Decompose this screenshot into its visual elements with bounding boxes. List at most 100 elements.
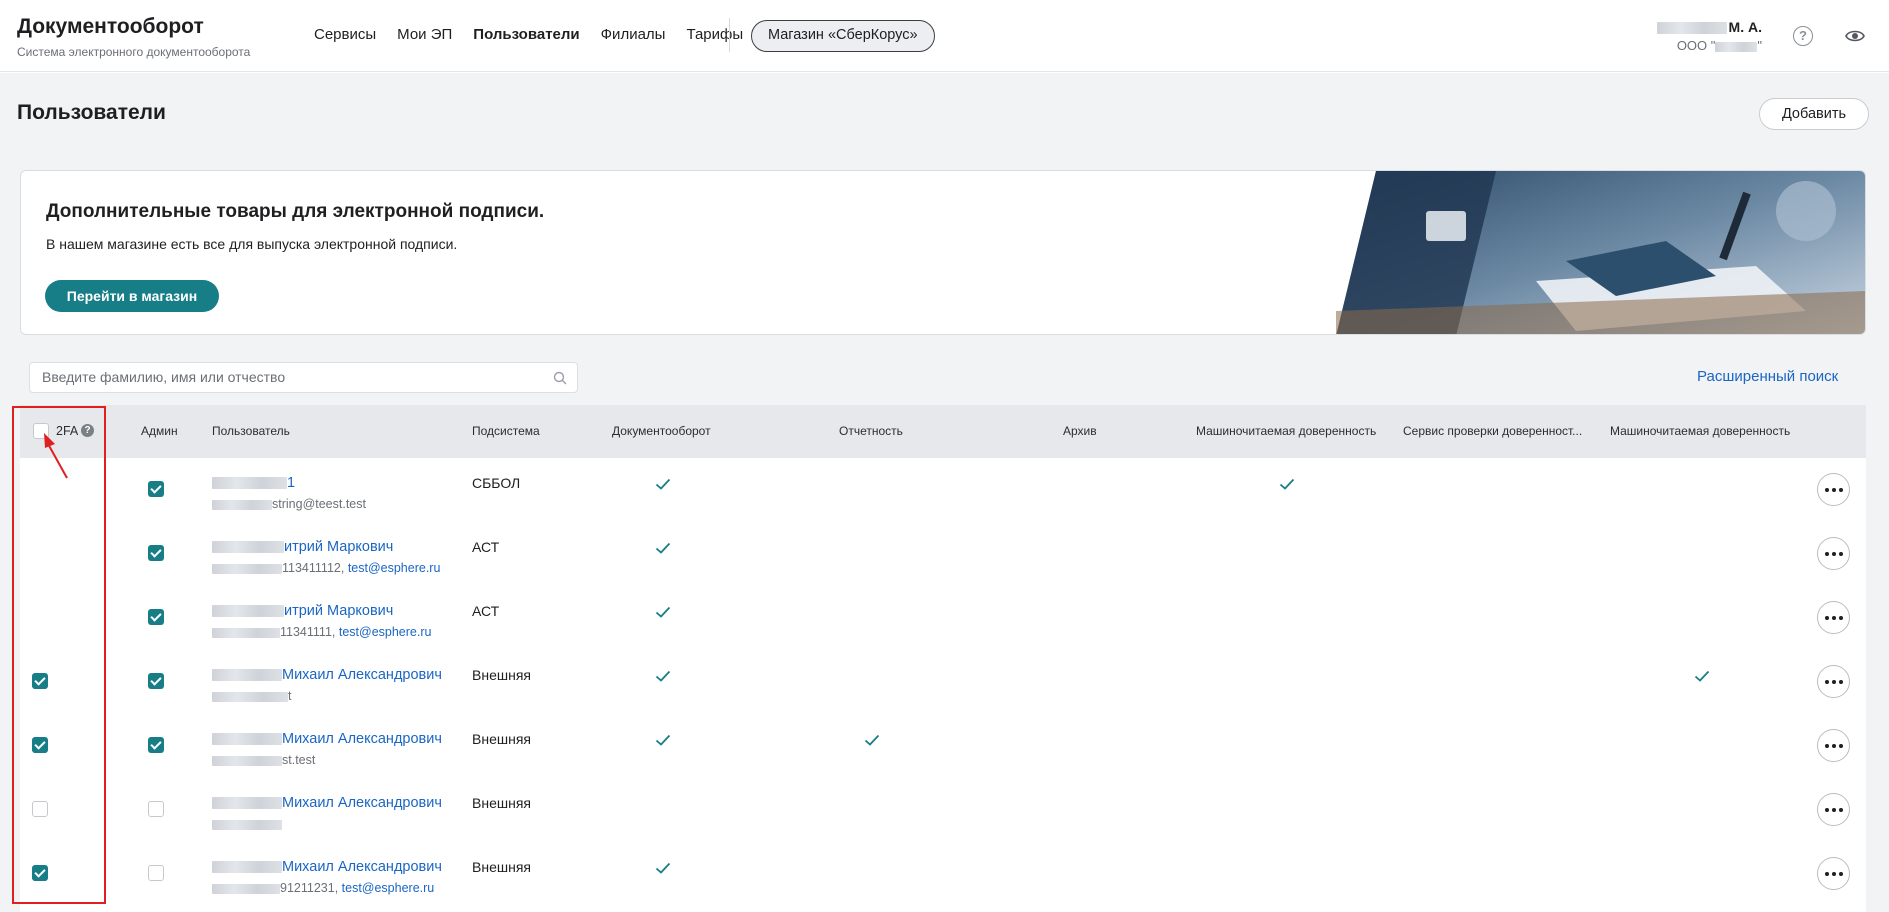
2fa-checkbox[interactable] [32,673,48,689]
subsystem-value: Внешняя [472,795,531,811]
select-all-2fa-checkbox[interactable] [33,423,49,439]
table-header: 2FA Админ Пользователь Подсистема Докуме… [20,405,1866,458]
brand[interactable]: Документооборот Система электронного док… [17,15,250,59]
subsystem-value: Внешняя [472,859,531,875]
2fa-checkbox[interactable] [32,737,48,753]
user-email[interactable]: test@esphere.ru [339,625,432,639]
nav-branches[interactable]: Филиалы [601,25,666,45]
add-user-button[interactable]: Добавить [1759,98,1869,130]
admin-checkbox[interactable] [148,481,164,497]
row-more-button[interactable] [1817,537,1850,570]
row-more-button[interactable] [1817,601,1850,634]
redacted-name [212,861,282,874]
page-head: Пользователи Добавить [0,73,1889,154]
col-reporting[interactable]: Отчетность [839,424,903,438]
app-subtitle: Система электронного документооборота [17,45,251,59]
redacted-details [212,755,282,766]
user-name-link[interactable]: итрий Маркович [212,539,393,555]
user-name-link[interactable]: Михаил Александрович [212,731,442,747]
table-row[interactable]: итрий Маркович 11341111, test@esphere.ru А… [20,586,1866,650]
col-archive[interactable]: Архив [1063,424,1097,438]
col-verify-service[interactable]: Сервис проверки доверенност... [1403,424,1582,438]
promo-banner: Дополнительные товары для электронной по… [20,170,1866,335]
2fa-help-icon[interactable]: ? [81,424,94,437]
table-body: 1 string@teest.test СББОЛ итрий Маркович 113… [20,458,1866,912]
col-user[interactable]: Пользователь [212,424,290,438]
user-name-link[interactable]: итрий Маркович [212,603,393,619]
docflow-check-icon [655,477,671,490]
col-mchd[interactable]: Машиночитаемая доверенность [1196,424,1376,438]
user-name-link[interactable]: Михаил Александрович [212,859,442,875]
row-more-button[interactable] [1817,857,1850,890]
redacted-name [212,477,287,490]
nav-my-signatures[interactable]: Мои ЭП [397,25,452,45]
admin-checkbox[interactable] [148,545,164,561]
mchd-check-icon [1279,477,1295,490]
docflow-check-icon [655,541,671,554]
subsystem-value: СББОЛ [472,475,521,491]
page-title: Пользователи [17,101,166,124]
admin-checkbox[interactable] [148,737,164,753]
col-subsystem[interactable]: Подсистема [472,424,540,438]
subsystem-value: Внешняя [472,731,531,747]
redacted-org [1715,41,1758,52]
nav-divider [729,18,730,52]
shop-button[interactable]: Магазин «СберКорус» [751,20,935,52]
2fa-checkbox[interactable] [32,865,48,881]
col-mchd-2[interactable]: Машиночитаемая доверенность [1610,424,1790,438]
redacted-details [212,563,282,574]
nav-services[interactable]: Сервисы [314,25,376,45]
nav-tariffs[interactable]: Тарифы [686,25,743,45]
table-row[interactable]: итрий Маркович 113411112, test@esphere.ru… [20,522,1866,586]
row-more-button[interactable] [1817,729,1850,762]
user-email[interactable]: test@esphere.ru [342,881,435,895]
search-box [29,362,578,393]
redacted-details [212,691,288,702]
table-row[interactable]: Михаил Александрович Внешняя [20,778,1866,842]
app-title: Документооборот [17,15,204,38]
promo-title: Дополнительные товары для электронной по… [46,201,545,222]
user-details: string@teest.test [212,497,366,511]
table-row[interactable]: Михаил Александрович st.test Внешняя [20,714,1866,778]
col-docflow[interactable]: Документооборот [612,424,711,438]
user-email[interactable]: test@esphere.ru [348,561,441,575]
main-nav: Сервисы Мои ЭП Пользователи Филиалы Тари… [314,25,764,45]
2fa-checkbox[interactable] [32,801,48,817]
subsystem-value: Внешняя [472,667,531,683]
admin-checkbox[interactable] [148,609,164,625]
redacted-details [212,499,272,510]
admin-checkbox[interactable] [148,673,164,689]
user-org: ООО " " [1676,38,1762,53]
advanced-search-link[interactable]: Расширенный поиск [1697,368,1838,385]
help-icon[interactable]: ? [1793,26,1813,46]
user-details: 113411112, test@esphere.ru [212,561,440,575]
row-more-button[interactable] [1817,665,1850,698]
redacted-details [212,819,282,830]
admin-checkbox[interactable] [148,865,164,881]
table-row[interactable]: 1 string@teest.test СББОЛ [20,458,1866,522]
nav-users[interactable]: Пользователи [473,25,579,45]
redacted-name [212,541,284,554]
user-name-link[interactable]: 1 [212,475,295,491]
admin-checkbox[interactable] [148,801,164,817]
user-details: st.test [212,753,315,767]
search-icon[interactable] [553,371,567,385]
eye-icon[interactable] [1844,26,1866,46]
go-to-shop-button[interactable]: Перейти в магазин [45,280,219,312]
user-name-link[interactable]: Михаил Александрович [212,795,442,811]
user-name-link[interactable]: Михаил Александрович [212,667,442,683]
col-admin[interactable]: Админ [141,424,178,438]
search-input[interactable] [42,369,542,385]
col-2fa[interactable]: 2FA [56,424,78,438]
reporting-check-icon [864,733,880,746]
table-row[interactable]: Михаил Александрович 91211231, test@esphe… [20,842,1866,906]
subsystem-value: АСТ [472,603,500,619]
redacted-details [212,627,280,638]
redacted-name [212,669,282,682]
table-row[interactable]: Михаил Александрович t Внешняя [20,650,1866,714]
user-menu[interactable]: М. А. ООО " " [1656,18,1762,53]
promo-photo [1336,171,1865,334]
row-more-button[interactable] [1817,473,1850,506]
row-more-button[interactable] [1817,793,1850,826]
user-details: t [212,689,291,703]
